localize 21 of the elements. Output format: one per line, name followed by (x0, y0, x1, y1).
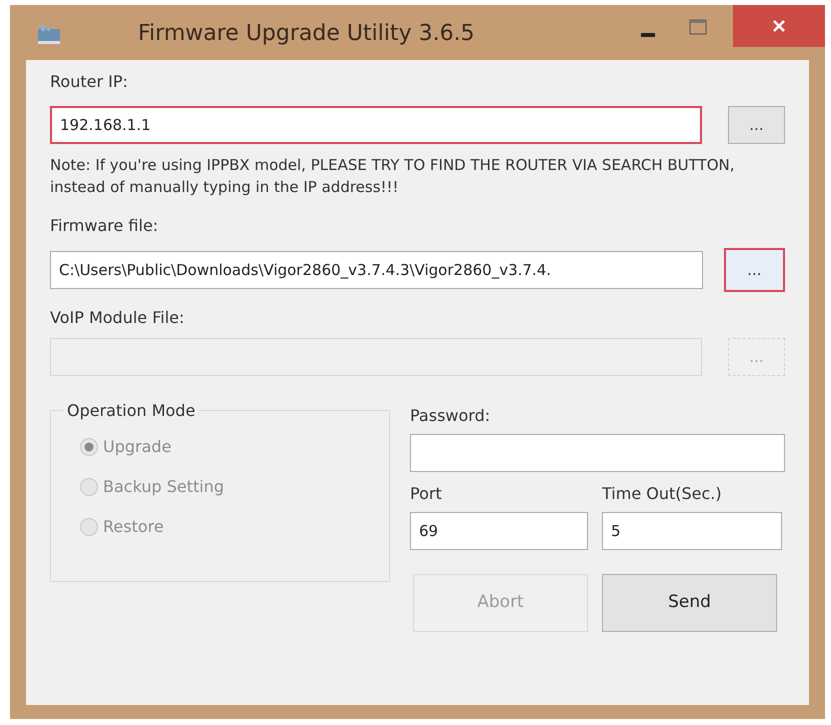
field-label: Time Out(Sec.) (602, 483, 723, 505)
input-field[interactable]: C:\Users\Public\Downloads\Vigor2860_v3.7.4.3\Vigor2860_v3.7.4. (50, 251, 703, 289)
input-field[interactable]: 5 (602, 512, 782, 550)
app-icon (36, 23, 62, 45)
field-label: Port (410, 483, 443, 505)
field-label: Firmware file: (50, 215, 160, 237)
browse-button[interactable]: ... (728, 106, 785, 144)
minimize-icon[interactable] (641, 33, 655, 37)
password-field[interactable] (410, 434, 785, 472)
field-label: VoIP Module File: (50, 307, 186, 329)
note-text: Note: If you're using IPPBX model, PLEASE TRY TO FIND THE ROUTER VIA SEARCH BUTTON, instead of manually typing in the IP address!!! (50, 155, 736, 198)
browse-button[interactable]: ... (724, 248, 785, 292)
close-button[interactable] (733, 5, 825, 47)
close-icon (772, 19, 786, 33)
maximize-icon[interactable] (689, 19, 707, 35)
action-button[interactable]: Send (602, 574, 777, 632)
field-label: Password: (410, 405, 492, 427)
input-field[interactable]: 192.168.1.1 (50, 106, 702, 144)
window-title: Firmware Upgrade Utility 3.6.5 (138, 20, 475, 48)
input-field[interactable]: 69 (410, 512, 588, 550)
field-label: Router IP: (50, 71, 129, 93)
